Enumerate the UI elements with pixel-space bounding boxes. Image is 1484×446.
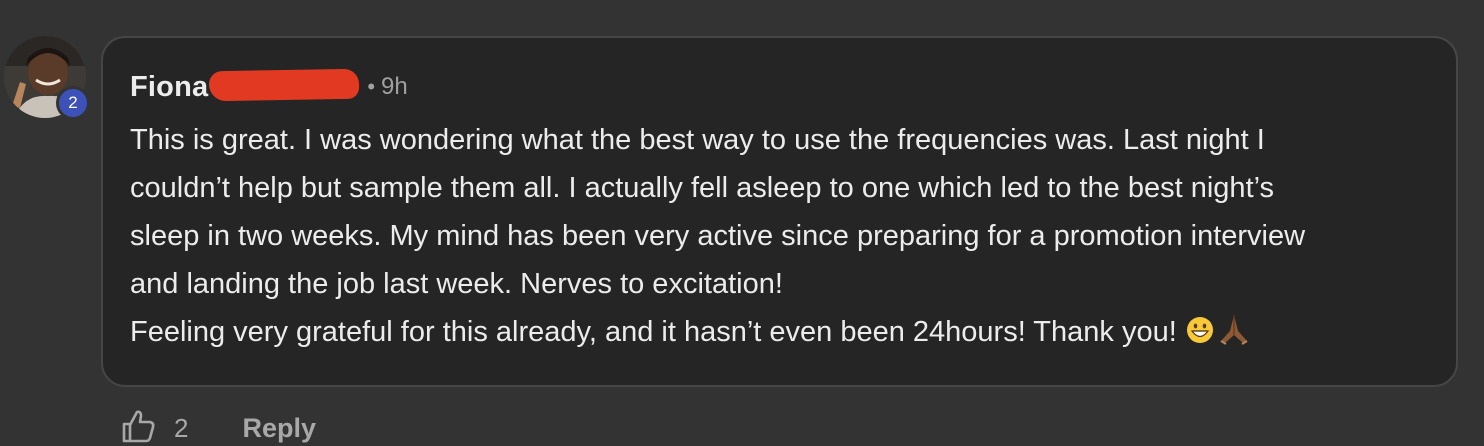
author-avatar-wrap[interactable]: 2 — [4, 36, 90, 120]
comment-header: Fiona • 9h — [130, 68, 408, 105]
comment-bubble: Fiona • 9h This is great. I was wonderin… — [101, 36, 1458, 387]
comment-thread: 2 Fiona • 9h This is great. I was wonder… — [0, 0, 1484, 446]
like-button[interactable]: 2 — [120, 408, 188, 446]
comment-body: This is great. I was wondering what the … — [130, 116, 1440, 360]
level-badge: 2 — [56, 86, 90, 120]
comment-line-last: Feeling very grateful for this already, … — [130, 308, 1440, 360]
comment-line: couldn’t help but sample them all. I act… — [130, 172, 1275, 204]
comment-line-text: Feeling very grateful for this already, … — [130, 316, 1177, 348]
comment-line: sleep in two weeks. My mind has been ver… — [130, 220, 1306, 252]
comment-line: and landing the job last week. Nerves to… — [130, 268, 783, 300]
folded-hands-emoji — [1217, 312, 1251, 360]
reply-button[interactable]: Reply — [242, 413, 316, 444]
timestamp[interactable]: 9h — [381, 73, 408, 101]
like-count: 2 — [174, 412, 189, 443]
thumbs-up-icon[interactable] — [120, 408, 156, 446]
separator-dot: • — [367, 74, 376, 99]
comment-actions: 2 Reply — [120, 408, 316, 446]
comment-line: This is great. I was wondering what the … — [130, 124, 1265, 156]
author-name[interactable]: Fiona — [130, 71, 208, 104]
redaction-mark — [209, 68, 360, 102]
grinning-face-emoji — [1185, 312, 1215, 360]
